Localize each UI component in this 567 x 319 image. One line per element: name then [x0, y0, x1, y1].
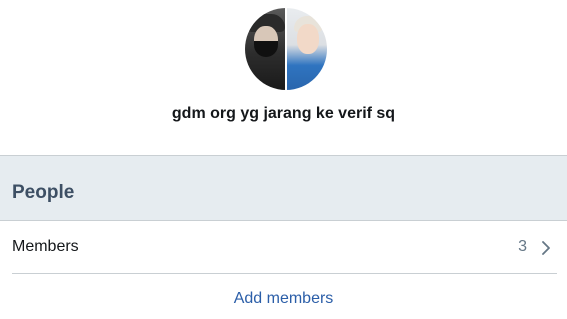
- member-photo-left: [245, 8, 286, 90]
- add-members-button[interactable]: Add members: [0, 290, 567, 308]
- member-photo-right: [286, 8, 327, 90]
- group-info-screen: gdm org yg jarang ke verif sq People Mem…: [0, 0, 567, 319]
- members-row[interactable]: Members 3: [0, 222, 567, 274]
- people-section-header: People: [0, 155, 567, 221]
- chevron-right-icon: [542, 241, 550, 255]
- members-count: 3: [518, 238, 527, 255]
- section-title: People: [12, 182, 75, 203]
- row-divider: [12, 273, 557, 274]
- members-label: Members: [12, 238, 79, 255]
- group-name: gdm org yg jarang ke verif sq: [171, 105, 396, 122]
- group-avatar[interactable]: [245, 8, 327, 90]
